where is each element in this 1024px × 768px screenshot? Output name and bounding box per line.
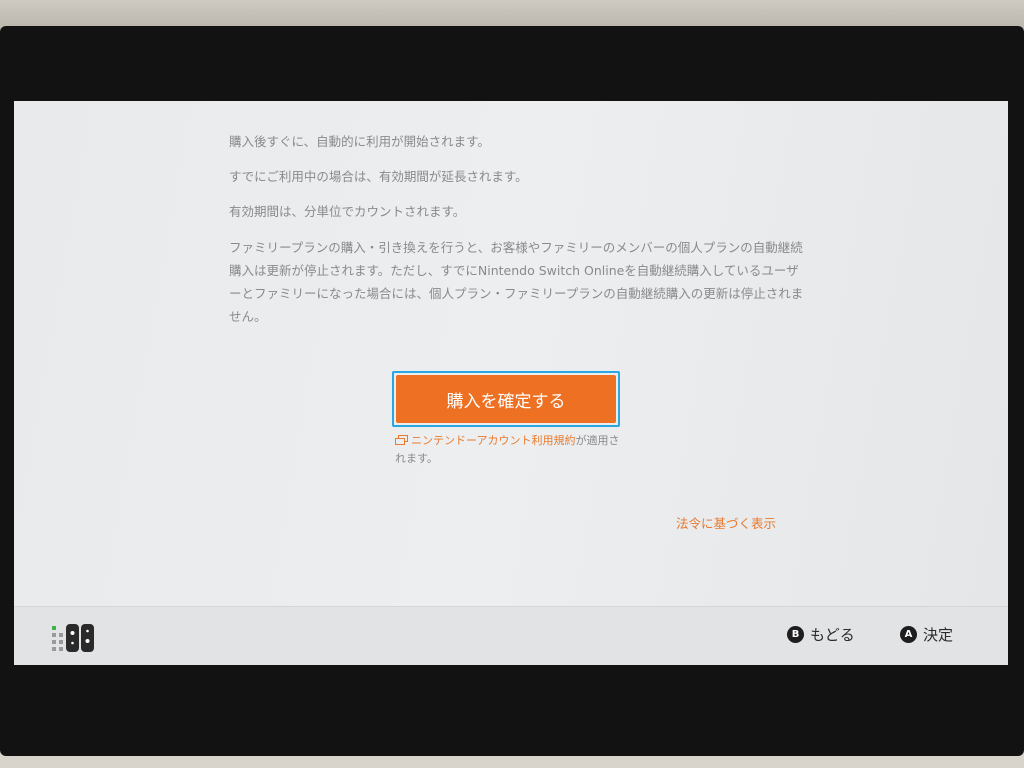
- note-paragraph-2: すでにご利用中の場合は、有効期間が延長されます。: [229, 169, 528, 184]
- back-label: もどる: [810, 626, 855, 644]
- screen: 購入後すぐに、自動的に利用が開始されます。 すでにご利用中の場合は、有効期間が延…: [14, 101, 1008, 665]
- note-paragraph-4: ファミリープランの購入・引き換えを行うと、お客様やファミリーのメンバーの個人プラ…: [229, 240, 804, 324]
- terms-link[interactable]: ニンテンドーアカウント利用規約: [395, 434, 576, 447]
- confirm-purchase-focus-frame: 購入を確定する: [392, 371, 620, 427]
- ok-label: 決定: [923, 626, 954, 644]
- confirm-purchase-button[interactable]: 購入を確定する: [396, 375, 616, 423]
- terms-link-label: ニンテンドーアカウント利用規約: [411, 434, 576, 447]
- ok-button[interactable]: A 決定: [900, 624, 953, 645]
- purchase-notes: 購入後すぐに、自動的に利用が開始されます。 すでにご利用中の場合は、有効期間が延…: [229, 131, 809, 341]
- joycon-controller-icon: [52, 622, 100, 656]
- note-paragraph-3: 有効期間は、分単位でカウントされます。: [229, 204, 466, 219]
- external-window-icon: [395, 433, 408, 450]
- legal-notice-link[interactable]: 法令に基づく表示: [676, 513, 776, 532]
- note-paragraph-1: 購入後すぐに、自動的に利用が開始されます。: [229, 134, 490, 149]
- terms-notice: ニンテンドーアカウント利用規約が適用されます。: [395, 432, 625, 467]
- a-button-icon: A: [900, 626, 917, 643]
- b-button-icon: B: [787, 626, 804, 643]
- footer-bar: B もどる A 決定: [14, 606, 1008, 665]
- back-button[interactable]: B もどる: [787, 624, 855, 645]
